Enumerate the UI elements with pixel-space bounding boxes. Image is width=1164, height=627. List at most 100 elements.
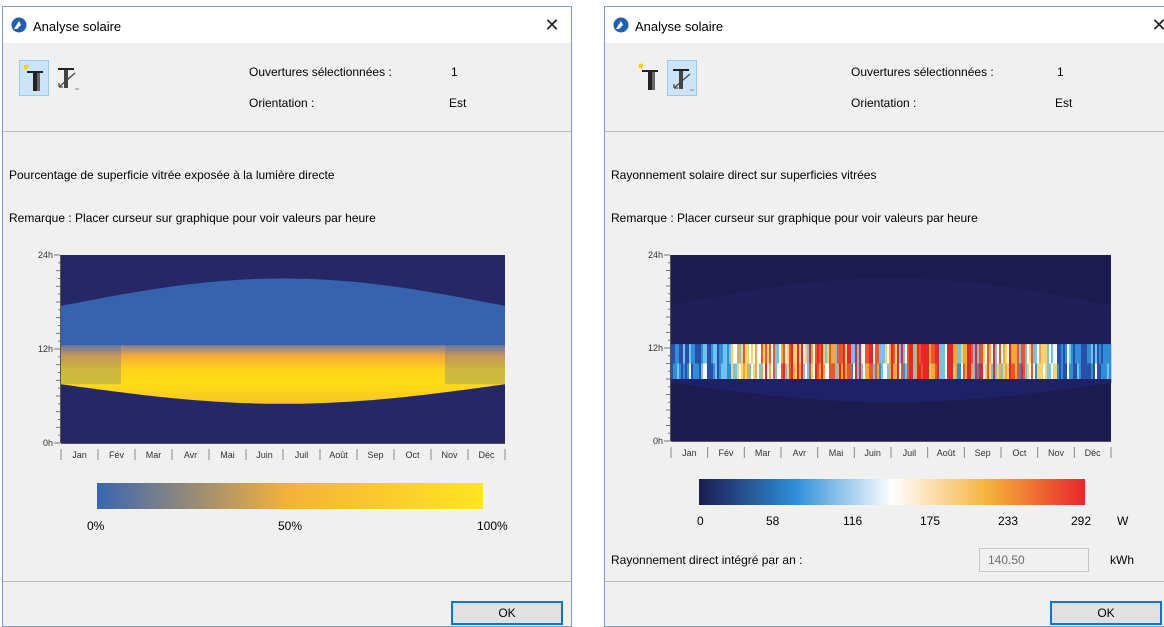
radiation-cell bbox=[1017, 344, 1020, 364]
ok-button[interactable]: OK bbox=[451, 601, 563, 625]
radiation-cell bbox=[885, 379, 888, 403]
solar-radiation-tool-button[interactable] bbox=[667, 60, 697, 96]
radiation-cell bbox=[681, 344, 684, 364]
radiation-cell bbox=[691, 363, 694, 379]
percentage-heatmap-chart[interactable]: 24h 12h 0h Jan Fév Mar Avr Mai Juin Juil Août Sep Oc… bbox=[3, 245, 563, 463]
radiation-cell bbox=[927, 344, 930, 364]
radiation-heatmap-chart[interactable]: 24h 12h 0h Jan Fév Mar Avr Mai Juin Juil Août Sep Oc… bbox=[605, 245, 1161, 463]
radiation-cell bbox=[817, 363, 820, 379]
radiation-cell bbox=[1043, 379, 1046, 392]
radiation-cell bbox=[987, 363, 990, 379]
radiation-cell bbox=[1007, 379, 1010, 396]
shading-percentage-tool-button[interactable] bbox=[635, 60, 665, 96]
radiation-cell bbox=[973, 363, 976, 379]
radiation-cell bbox=[1003, 344, 1006, 364]
month-label: Nov bbox=[1048, 448, 1065, 458]
radiation-cell bbox=[1095, 344, 1098, 364]
radiation-cell bbox=[807, 379, 810, 399]
radiation-cell bbox=[1033, 379, 1036, 394]
radiation-cell bbox=[787, 363, 790, 379]
radiation-cell bbox=[861, 379, 864, 402]
radiation-cell bbox=[1033, 344, 1036, 364]
radiation-cell bbox=[1057, 363, 1060, 379]
radiation-cell bbox=[747, 379, 750, 393]
radiation-cell bbox=[777, 379, 780, 397]
radiation-cell bbox=[1063, 363, 1066, 379]
radiation-cell bbox=[1101, 363, 1104, 379]
winter-fade-left bbox=[61, 345, 121, 385]
legend-label-mid: 50% bbox=[278, 519, 303, 533]
y-tick-label: 24h bbox=[38, 250, 53, 260]
radiation-cell bbox=[1023, 379, 1026, 395]
month-label: Sep bbox=[975, 448, 991, 458]
radiation-cell bbox=[1075, 363, 1078, 379]
radiation-cell bbox=[865, 379, 868, 402]
radiation-cell bbox=[673, 379, 676, 384]
radiation-cell bbox=[1109, 363, 1112, 379]
radiation-cell bbox=[725, 363, 728, 379]
radiation-cell bbox=[873, 344, 876, 364]
radiation-cell bbox=[853, 344, 856, 364]
radiation-cell bbox=[827, 363, 830, 379]
radiation-cell bbox=[689, 363, 692, 379]
ok-button[interactable]: OK bbox=[1050, 601, 1162, 625]
radiation-cell bbox=[951, 344, 954, 364]
radiation-cell bbox=[769, 344, 772, 364]
radiation-cell bbox=[687, 363, 690, 379]
radiation-cell bbox=[699, 379, 702, 387]
radiation-cell bbox=[905, 344, 908, 364]
radiation-cell bbox=[849, 363, 852, 379]
radiation-cell bbox=[779, 363, 782, 379]
month-label: Juin bbox=[256, 450, 273, 460]
radiation-cell bbox=[679, 379, 682, 384]
radiation-cell bbox=[905, 379, 908, 403]
radiation-cell bbox=[731, 344, 734, 364]
radiation-cell bbox=[1057, 344, 1060, 364]
radiation-cell bbox=[979, 379, 982, 399]
radiation-cell bbox=[907, 379, 910, 403]
radiation-cell bbox=[993, 344, 996, 364]
radiation-cell bbox=[967, 344, 970, 364]
archicad-app-icon bbox=[11, 17, 27, 33]
month-label: Mar bbox=[146, 450, 162, 460]
radiation-cell bbox=[1099, 344, 1102, 364]
radiation-cell bbox=[713, 344, 716, 364]
radiation-cell bbox=[1083, 344, 1086, 364]
radiation-cell bbox=[811, 363, 814, 379]
dialog-title: Analyse solaire bbox=[635, 19, 724, 34]
radiation-cell bbox=[893, 363, 896, 379]
radiation-cell bbox=[707, 379, 710, 388]
radiation-cell bbox=[805, 344, 808, 364]
month-label: Oct bbox=[405, 450, 420, 460]
radiation-cell bbox=[721, 379, 724, 390]
radiation-cell bbox=[813, 344, 816, 364]
radiation-cell bbox=[1001, 379, 1004, 397]
close-button[interactable]: ✕ bbox=[1146, 14, 1164, 36]
radiation-cell bbox=[971, 379, 974, 400]
radiation-cell bbox=[969, 363, 972, 379]
radiation-cell bbox=[1061, 363, 1064, 379]
radiation-cell bbox=[855, 363, 858, 379]
close-button[interactable]: ✕ bbox=[539, 14, 565, 36]
radiation-cell bbox=[977, 379, 980, 399]
radiation-cell bbox=[1035, 344, 1038, 364]
radiation-cell bbox=[737, 344, 740, 364]
radiation-cell bbox=[1065, 344, 1068, 364]
radiation-cell bbox=[889, 363, 892, 379]
winter-fade-right bbox=[445, 345, 505, 385]
radiation-cell bbox=[767, 379, 770, 396]
radiation-cell bbox=[881, 379, 884, 403]
radiation-cell bbox=[749, 379, 752, 394]
radiation-cell bbox=[1053, 363, 1056, 379]
radiation-cell bbox=[711, 379, 714, 389]
shading-percentage-tool-button[interactable] bbox=[19, 60, 49, 96]
radiation-cell bbox=[719, 344, 722, 364]
radiation-cell bbox=[737, 363, 740, 379]
solar-radiation-tool-button[interactable] bbox=[53, 60, 83, 96]
radiation-cell bbox=[775, 344, 778, 364]
radiation-cell bbox=[761, 344, 764, 364]
radiation-cell bbox=[911, 344, 914, 364]
radiation-cell bbox=[1081, 363, 1084, 379]
radiation-cell bbox=[1089, 379, 1092, 386]
radiation-cell bbox=[861, 363, 864, 379]
